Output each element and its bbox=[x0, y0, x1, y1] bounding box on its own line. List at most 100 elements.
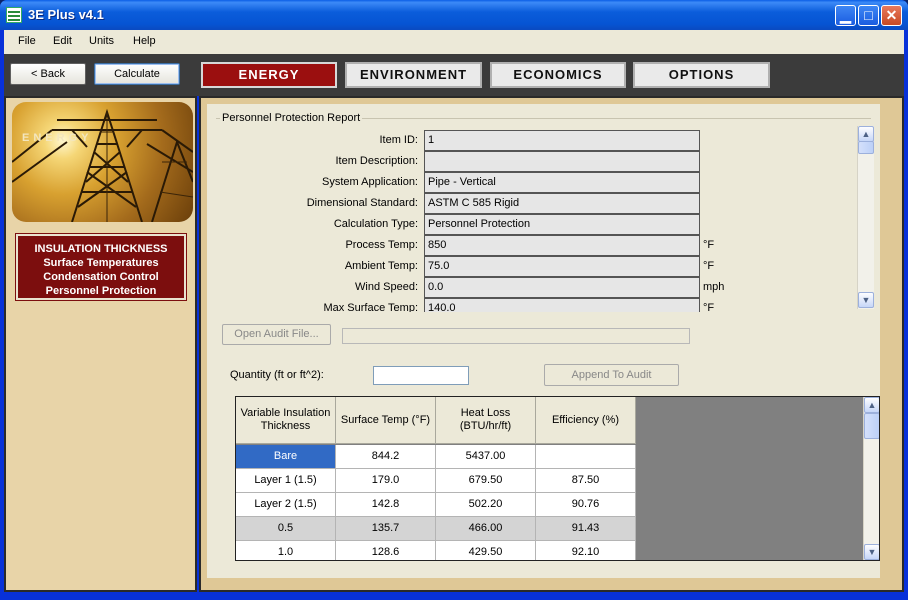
table-cell[interactable]: 429.50 bbox=[436, 541, 536, 560]
col-header-thickness[interactable]: Variable Insulation Thickness bbox=[236, 397, 336, 444]
report-row-value: Pipe - Vertical bbox=[424, 172, 700, 193]
toolbar: < Back Calculate ENERGY ENVIRONMENT ECON… bbox=[4, 54, 904, 96]
minimize-button[interactable]: ▁ bbox=[835, 5, 856, 26]
report-row-value: 1 bbox=[424, 130, 700, 151]
report-row-value: 75.0 bbox=[424, 256, 700, 277]
report-row-label: Dimensional Standard: bbox=[306, 197, 418, 209]
report-row-label: System Application: bbox=[322, 176, 418, 188]
calculate-button[interactable]: Calculate bbox=[94, 63, 180, 85]
energy-tower-image: ENERGY bbox=[12, 102, 193, 222]
maximize-icon: □ bbox=[864, 7, 873, 23]
col-header-surface-temp[interactable]: Surface Temp (°F) bbox=[336, 397, 436, 444]
app-window: 3E Plus v4.1 ▁ □ ✕ File Edit Units Help … bbox=[0, 0, 908, 600]
col-header-efficiency[interactable]: Efficiency (%) bbox=[536, 397, 636, 444]
title-bar[interactable]: 3E Plus v4.1 ▁ □ ✕ bbox=[0, 0, 908, 30]
report-area: Item ID: 1 Item Description: System Applica… bbox=[221, 130, 861, 312]
table-cell[interactable]: Layer 2 (1.5) bbox=[236, 493, 336, 517]
quantity-label: Quantity (ft or ft^2): bbox=[230, 369, 324, 381]
tab-environment[interactable]: ENVIRONMENT bbox=[345, 62, 482, 88]
table-cell[interactable]: 5437.00 bbox=[436, 445, 536, 469]
menu-edit[interactable]: Edit bbox=[53, 35, 72, 47]
report-row-label: Calculation Type: bbox=[333, 218, 418, 230]
table-cell[interactable]: 0.5 bbox=[236, 517, 336, 541]
report-row-unit: mph bbox=[703, 281, 725, 293]
tab-options[interactable]: OPTIONS bbox=[633, 62, 770, 88]
report-title: Personnel Protection Report bbox=[220, 112, 363, 124]
table-scroll-up-button[interactable]: ▲ bbox=[864, 397, 879, 413]
table-cell[interactable]: 466.00 bbox=[436, 517, 536, 541]
calc-type-surface-temperatures[interactable]: Surface Temperatures bbox=[18, 256, 184, 270]
table-cell[interactable]: 92.10 bbox=[536, 541, 636, 560]
report-row: Max Surface Temp: 140.0 °F bbox=[221, 298, 861, 312]
menu-help[interactable]: Help bbox=[133, 35, 156, 47]
report-row-unit: °F bbox=[703, 260, 715, 272]
report-row-label: Wind Speed: bbox=[355, 281, 418, 293]
scroll-thumb[interactable] bbox=[858, 141, 874, 154]
back-button[interactable]: < Back bbox=[10, 63, 86, 85]
tab-economics[interactable]: ECONOMICS bbox=[490, 62, 626, 88]
report-row-label: Ambient Temp: bbox=[344, 260, 418, 272]
window-title: 3E Plus v4.1 bbox=[28, 7, 104, 22]
tab-energy[interactable]: ENERGY bbox=[201, 62, 337, 88]
table-cell[interactable]: 90.76 bbox=[536, 493, 636, 517]
report-row: Ambient Temp: 75.0 °F bbox=[221, 256, 861, 277]
report-row-value: 0.0 bbox=[424, 277, 700, 298]
table-cell[interactable]: Bare bbox=[236, 445, 336, 469]
scroll-up-button[interactable]: ▲ bbox=[858, 126, 874, 142]
report-row-label: Process Temp: bbox=[345, 239, 418, 251]
report-row-value: ASTM C 585 Rigid bbox=[424, 193, 700, 214]
report-row: Calculation Type: Personnel Protection bbox=[221, 214, 861, 235]
table-cell[interactable]: 128.6 bbox=[336, 541, 436, 560]
report-row-value bbox=[424, 151, 700, 172]
col-header-heat-loss[interactable]: Heat Loss (BTU/hr/ft) bbox=[436, 397, 536, 444]
menu-bar: File Edit Units Help bbox=[4, 30, 904, 54]
report-panel: Personnel Protection Report Item ID: 1 Ite… bbox=[207, 104, 880, 578]
quantity-input[interactable] bbox=[373, 366, 469, 385]
append-to-audit-button[interactable]: Append To Audit bbox=[544, 364, 679, 386]
energy-image-label: ENERGY bbox=[22, 132, 93, 144]
table-scroll-thumb[interactable] bbox=[864, 413, 879, 439]
table-scroll-down-button[interactable]: ▼ bbox=[864, 544, 879, 560]
calc-type-personnel-protection[interactable]: Personnel Protection bbox=[18, 284, 184, 298]
report-row: Wind Speed: 0.0 mph bbox=[221, 277, 861, 298]
table-cell[interactable]: 142.8 bbox=[336, 493, 436, 517]
table-cell[interactable]: 679.50 bbox=[436, 469, 536, 493]
app-icon[interactable] bbox=[6, 7, 22, 23]
table-scrollbar[interactable]: ▲ ▼ bbox=[863, 397, 879, 560]
sidebar: ENERGY INSULATION THICKNESS Surface Temp… bbox=[4, 96, 197, 592]
report-row: Item Description: bbox=[221, 151, 861, 172]
report-row: Dimensional Standard: ASTM C 585 Rigid bbox=[221, 193, 861, 214]
minimize-icon: ▁ bbox=[840, 7, 851, 23]
table-cell[interactable] bbox=[536, 445, 636, 469]
report-row-value: 850 bbox=[424, 235, 700, 256]
table-cell[interactable]: 179.0 bbox=[336, 469, 436, 493]
report-scrollbar[interactable]: ▲ ▼ bbox=[857, 126, 874, 309]
close-button[interactable]: ✕ bbox=[881, 5, 902, 26]
calc-type-insulation-thickness[interactable]: INSULATION THICKNESS bbox=[18, 242, 184, 256]
report-row: Process Temp: 850 °F bbox=[221, 235, 861, 256]
table-cell[interactable]: 502.20 bbox=[436, 493, 536, 517]
maximize-button[interactable]: □ bbox=[858, 5, 879, 26]
report-row-label: Item Description: bbox=[335, 155, 418, 167]
report-row-value: 140.0 bbox=[424, 298, 700, 312]
report-row: System Application: Pipe - Vertical bbox=[221, 172, 861, 193]
results-table: Variable Insulation Thickness Surface Te… bbox=[235, 396, 880, 561]
power-tower-graphic bbox=[12, 108, 193, 222]
audit-file-path bbox=[342, 328, 690, 344]
report-row-label: Max Surface Temp: bbox=[323, 302, 418, 312]
scroll-down-button[interactable]: ▼ bbox=[858, 292, 874, 308]
menu-units[interactable]: Units bbox=[89, 35, 114, 47]
report-row-unit: °F bbox=[703, 302, 715, 312]
open-audit-file-button[interactable]: Open Audit File... bbox=[222, 324, 331, 345]
report-row-label: Item ID: bbox=[379, 134, 418, 146]
table-cell[interactable]: 135.7 bbox=[336, 517, 436, 541]
table-cell[interactable]: Layer 1 (1.5) bbox=[236, 469, 336, 493]
report-row-value: Personnel Protection bbox=[424, 214, 700, 235]
table-cell[interactable]: 91.43 bbox=[536, 517, 636, 541]
calculation-type-list: INSULATION THICKNESS Surface Temperature… bbox=[15, 233, 187, 301]
table-cell[interactable]: 87.50 bbox=[536, 469, 636, 493]
calc-type-condensation-control[interactable]: Condensation Control bbox=[18, 270, 184, 284]
table-cell[interactable]: 1.0 bbox=[236, 541, 336, 560]
menu-file[interactable]: File bbox=[18, 35, 36, 47]
table-cell[interactable]: 844.2 bbox=[336, 445, 436, 469]
